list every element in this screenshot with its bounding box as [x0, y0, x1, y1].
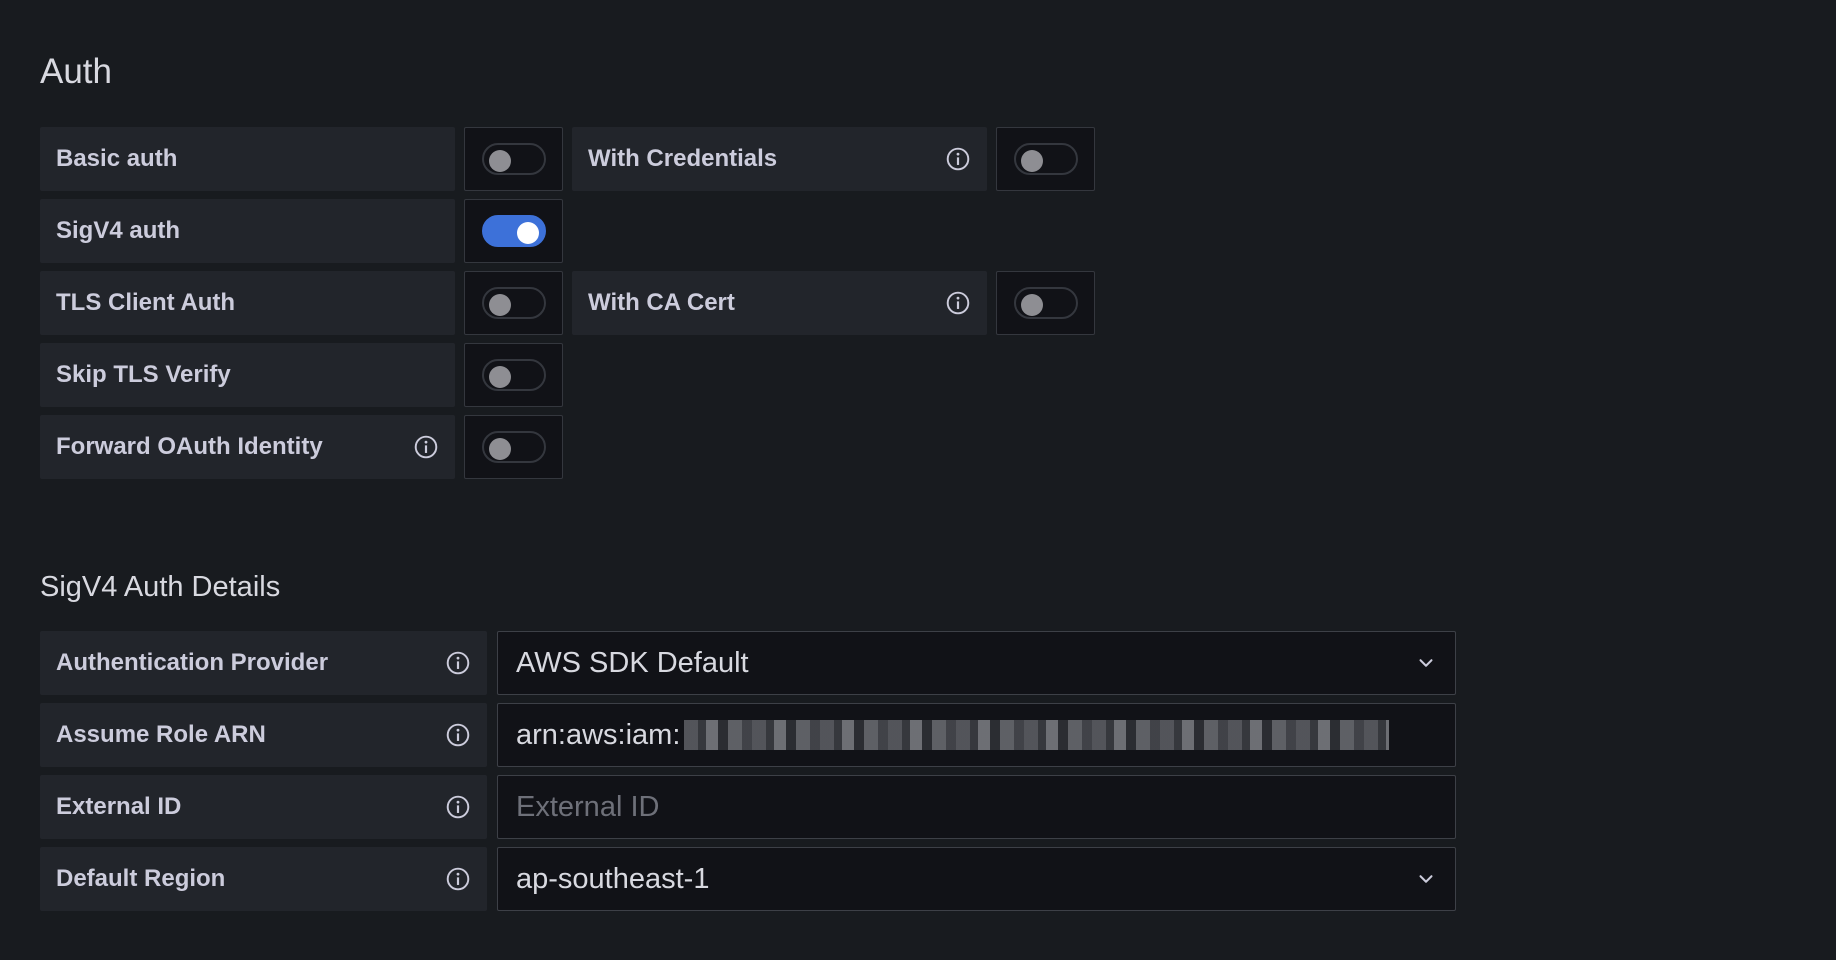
toggle-knob	[488, 294, 511, 316]
toggle-knob	[516, 222, 539, 244]
sigv4-section-title: SigV4 Auth Details	[40, 571, 281, 603]
toggle-knob	[488, 438, 511, 460]
forward-oauth-toggle-container	[464, 415, 563, 479]
info-icon[interactable]	[413, 434, 439, 460]
tls-client-auth-label: TLS Client Auth	[40, 271, 455, 335]
assume-role-arn-label: Assume Role ARN	[40, 703, 487, 767]
info-icon[interactable]	[945, 290, 971, 316]
sigv4-auth-label-text: SigV4 auth	[56, 217, 181, 244]
info-icon[interactable]	[945, 146, 971, 172]
with-credentials-label-text: With Credentials	[588, 145, 778, 172]
redacted-arn-text	[684, 720, 1390, 750]
with-ca-cert-toggle[interactable]	[1013, 287, 1078, 319]
toggle-knob	[1020, 294, 1043, 316]
default-region-select[interactable]: ap-southeast-1	[497, 847, 1456, 911]
basic-auth-toggle[interactable]	[481, 143, 546, 175]
skip-tls-verify-label-text: Skip TLS Verify	[56, 361, 231, 388]
datasource-settings-page: Auth Basic auth With Credentials SigV4 a…	[40, 0, 1836, 960]
auth-provider-select[interactable]: AWS SDK Default	[497, 631, 1456, 695]
tls-client-auth-toggle[interactable]	[481, 287, 546, 319]
chevron-down-icon	[1415, 652, 1437, 674]
tls-client-auth-toggle-container	[464, 271, 563, 335]
sigv4-auth-label: SigV4 auth	[40, 199, 455, 263]
with-credentials-toggle-container	[996, 127, 1095, 191]
default-region-label-text: Default Region	[56, 865, 226, 892]
toggle-knob	[488, 150, 511, 172]
basic-auth-label: Basic auth	[40, 127, 455, 191]
with-credentials-label: With Credentials	[572, 127, 987, 191]
basic-auth-toggle-container	[464, 127, 563, 191]
auth-provider-label: Authentication Provider	[40, 631, 487, 695]
external-id-placeholder: External ID	[516, 790, 660, 823]
auth-provider-label-text: Authentication Provider	[56, 649, 329, 676]
info-icon[interactable]	[445, 794, 471, 820]
external-id-label: External ID	[40, 775, 487, 839]
sigv4-auth-toggle-container	[464, 199, 563, 263]
with-ca-cert-label: With CA Cert	[572, 271, 987, 335]
auth-provider-value: AWS SDK Default	[516, 646, 749, 679]
forward-oauth-label-text: Forward OAuth Identity	[56, 433, 323, 460]
tls-client-auth-label-text: TLS Client Auth	[56, 289, 236, 316]
toggle-knob	[1020, 150, 1043, 172]
skip-tls-verify-label: Skip TLS Verify	[40, 343, 455, 407]
assume-role-arn-value: arn:aws:iam:	[516, 718, 681, 751]
with-ca-cert-toggle-container	[996, 271, 1095, 335]
default-region-value: ap-southeast-1	[516, 862, 710, 895]
external-id-input[interactable]: External ID	[497, 775, 1456, 839]
default-region-label: Default Region	[40, 847, 487, 911]
forward-oauth-toggle[interactable]	[481, 431, 546, 463]
skip-tls-verify-toggle-container	[464, 343, 563, 407]
skip-tls-verify-toggle[interactable]	[481, 359, 546, 391]
info-icon[interactable]	[445, 650, 471, 676]
with-credentials-toggle[interactable]	[1013, 143, 1078, 175]
sigv4-auth-toggle[interactable]	[481, 215, 546, 247]
info-icon[interactable]	[445, 866, 471, 892]
info-icon[interactable]	[445, 722, 471, 748]
forward-oauth-label: Forward OAuth Identity	[40, 415, 455, 479]
basic-auth-label-text: Basic auth	[56, 145, 178, 172]
external-id-label-text: External ID	[56, 793, 182, 820]
auth-section-title: Auth	[40, 52, 112, 91]
chevron-down-icon	[1415, 868, 1437, 890]
assume-role-arn-label-text: Assume Role ARN	[56, 721, 266, 748]
with-ca-cert-label-text: With CA Cert	[588, 289, 735, 316]
toggle-knob	[488, 366, 511, 388]
assume-role-arn-input[interactable]: arn:aws:iam:	[497, 703, 1456, 767]
